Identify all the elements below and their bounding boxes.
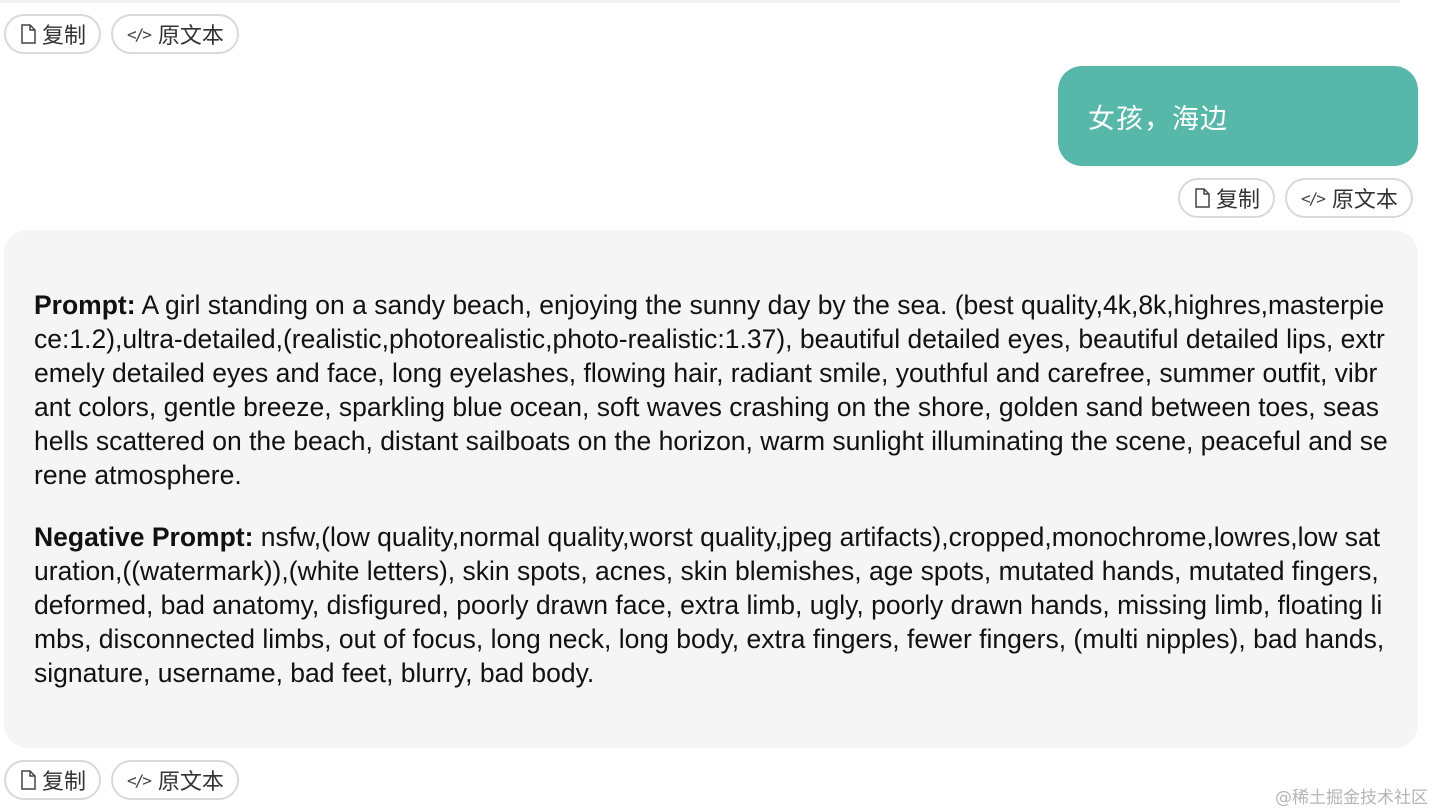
prompt-paragraph: Prompt: A girl standing on a sandy beach… <box>34 288 1388 492</box>
raw-text-label: 原文本 <box>1331 188 1398 213</box>
user-message-actions: 复制 </> 原文本 <box>1178 178 1413 220</box>
user-message-bubble: 女孩，海边 <box>1058 66 1418 166</box>
negative-prompt-paragraph: Negative Prompt: nsfw,(low quality,norma… <box>34 520 1388 690</box>
top-message-actions: 复制 </> 原文本 <box>4 14 239 56</box>
raw-text-label: 原文本 <box>157 24 224 49</box>
copy-label: 复制 <box>1216 188 1261 213</box>
code-icon: </> <box>127 770 152 790</box>
copy-label: 复制 <box>42 24 87 49</box>
copy-button[interactable]: 复制 <box>4 760 102 800</box>
copy-label: 复制 <box>42 770 87 795</box>
copy-button[interactable]: 复制 <box>4 14 102 54</box>
watermark: @稀土掘金技术社区 <box>1275 788 1428 808</box>
copy-button[interactable]: 复制 <box>1178 178 1276 218</box>
raw-text-label: 原文本 <box>157 770 224 795</box>
raw-text-button[interactable]: </> 原文本 <box>1285 178 1413 218</box>
raw-text-button[interactable]: </> 原文本 <box>111 14 239 54</box>
assistant-message-actions: 复制 </> 原文本 <box>4 760 239 802</box>
code-icon: </> <box>127 24 152 44</box>
document-icon <box>1194 188 1210 208</box>
prompt-label: Prompt: <box>34 290 136 320</box>
raw-text-button[interactable]: </> 原文本 <box>111 760 239 800</box>
negative-prompt-label: Negative Prompt: <box>34 522 254 552</box>
document-icon <box>20 24 36 44</box>
previous-message-edge <box>0 0 1400 3</box>
prompt-text: A girl standing on a sandy beach, enjoyi… <box>34 290 1388 490</box>
assistant-message-card: Prompt: A girl standing on a sandy beach… <box>4 230 1418 748</box>
chat-view: 复制 </> 原文本 女孩，海边 复制 </> 原文本 Prompt: A gi… <box>0 0 1434 812</box>
code-icon: </> <box>1301 188 1326 208</box>
document-icon <box>20 770 36 790</box>
user-message-text: 女孩，海边 <box>1088 103 1228 135</box>
